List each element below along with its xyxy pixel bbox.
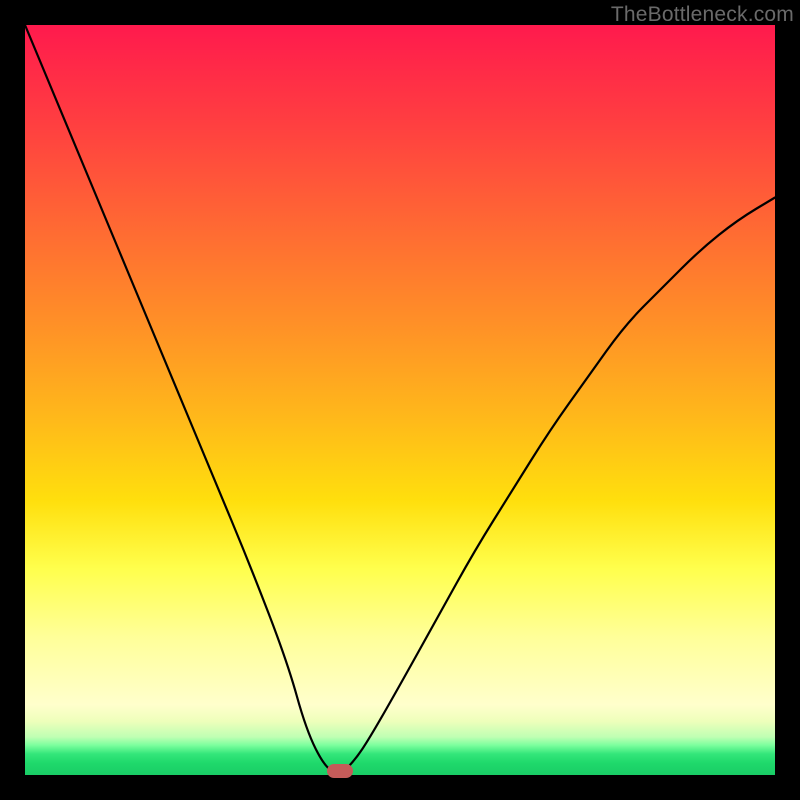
outer-frame: TheBottleneck.com — [0, 0, 800, 800]
watermark-text: TheBottleneck.com — [611, 3, 794, 27]
plot-area — [25, 25, 775, 775]
optimal-point-marker — [327, 764, 353, 778]
bottleneck-curve — [25, 25, 775, 775]
